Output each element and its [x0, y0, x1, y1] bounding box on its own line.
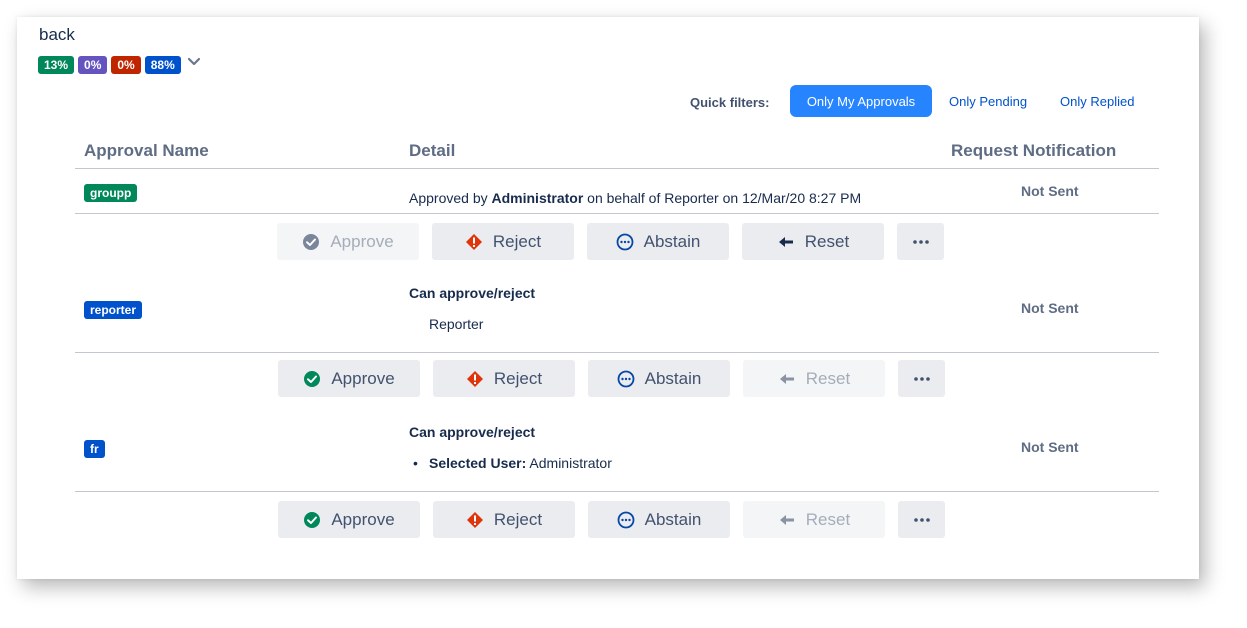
approval-name-lozenge: reporter — [84, 301, 143, 319]
quick-filters-label: Quick filters: — [690, 95, 770, 110]
filter-only-replied[interactable]: Only Replied — [1060, 94, 1134, 109]
progress-badges: 13% 0% 0% 88% — [38, 56, 201, 74]
reject-label: Reject — [492, 231, 542, 251]
column-header-detail: Detail — [409, 141, 456, 160]
notification-status: Not Sent — [1021, 183, 1079, 199]
notification-status: Not Sent — [1021, 300, 1079, 316]
abstain-label: Abstain — [644, 509, 702, 529]
error-diamond-icon — [466, 370, 483, 387]
row-divider — [75, 213, 1159, 214]
reject-button[interactable]: Reject — [432, 223, 574, 260]
detail-approver: Administrator — [491, 190, 584, 206]
detail-text: on behalf of Reporter on 12/Mar/20 8:27 … — [583, 190, 862, 206]
check-circle-icon — [304, 511, 321, 528]
reset-button[interactable]: Reset — [743, 501, 885, 538]
approval-detail: Approved by Administrator on behalf of R… — [409, 190, 861, 206]
error-diamond-icon — [465, 233, 482, 250]
abstained-percent-badge: 0% — [78, 56, 108, 74]
action-row: Approve Reject Abstain Reset — [17, 501, 1199, 538]
chevron-down-icon[interactable] — [187, 55, 201, 69]
approve-button[interactable]: Approve — [278, 501, 420, 538]
more-actions-button[interactable] — [898, 501, 945, 538]
row-divider — [75, 491, 1159, 492]
detail-heading: Can approve/reject — [409, 424, 536, 440]
more-actions-button[interactable] — [897, 223, 944, 260]
reject-label: Reject — [493, 368, 543, 388]
column-header-request-notification: Request Notification — [951, 141, 1117, 160]
reset-label: Reset — [804, 231, 850, 251]
notification-status: Not Sent — [1021, 439, 1079, 455]
ellipsis-icon — [913, 517, 930, 522]
bullet-icon: • — [413, 455, 418, 471]
bullet-label: Selected User: — [429, 455, 527, 471]
check-circle-icon — [303, 233, 320, 250]
detail-bullet: • Selected User: Administrator — [413, 455, 612, 471]
error-diamond-icon — [466, 511, 483, 528]
detail-heading: Can approve/reject — [409, 285, 536, 301]
approve-button[interactable]: Approve — [277, 223, 419, 260]
approval-panel: back 13% 0% 0% 88% Quick filters: Only M… — [17, 17, 1199, 579]
approve-label: Approve — [331, 368, 395, 388]
arrow-left-icon — [778, 236, 793, 247]
detail-text: Approved by — [409, 190, 492, 206]
abstain-label: Abstain — [643, 231, 701, 251]
reject-label: Reject — [493, 509, 543, 529]
reject-button[interactable]: Reject — [433, 360, 575, 397]
check-circle-icon — [304, 370, 321, 387]
more-actions-button[interactable] — [898, 360, 945, 397]
abstain-button[interactable]: Abstain — [588, 501, 730, 538]
approve-button[interactable]: Approve — [278, 360, 420, 397]
ellipsis-icon — [912, 239, 929, 244]
approved-percent-badge: 13% — [38, 56, 75, 74]
reset-label: Reset — [805, 509, 851, 529]
detail-approver: Reporter — [429, 316, 484, 332]
reset-label: Reset — [805, 368, 851, 388]
reset-button[interactable]: Reset — [742, 223, 884, 260]
filter-only-my-approvals[interactable]: Only My Approvals — [790, 85, 932, 117]
more-circle-icon — [617, 511, 635, 528]
abstain-button[interactable]: Abstain — [588, 360, 730, 397]
ellipsis-icon — [913, 376, 930, 381]
action-row: Approve Reject Abstain Reset — [17, 223, 1199, 260]
abstain-button[interactable]: Abstain — [587, 223, 729, 260]
more-circle-icon — [617, 370, 635, 387]
reset-button[interactable]: Reset — [743, 360, 885, 397]
filter-only-pending[interactable]: Only Pending — [949, 94, 1027, 109]
pending-percent-badge: 88% — [144, 56, 181, 74]
approval-name-lozenge: groupp — [84, 184, 138, 202]
header-divider — [75, 168, 1159, 169]
column-header-approval-name: Approval Name — [84, 141, 209, 160]
abstain-label: Abstain — [644, 368, 702, 388]
action-row: Approve Reject Abstain Reset — [17, 360, 1199, 397]
approval-name-lozenge: fr — [84, 440, 105, 458]
back-link[interactable]: back — [39, 25, 75, 45]
approve-label: Approve — [331, 509, 395, 529]
bullet-value: Administrator — [529, 455, 612, 471]
more-circle-icon — [616, 233, 634, 250]
reject-button[interactable]: Reject — [433, 501, 575, 538]
arrow-left-icon — [779, 514, 794, 525]
arrow-left-icon — [779, 373, 794, 384]
approve-label: Approve — [330, 231, 394, 251]
row-divider — [75, 352, 1159, 353]
rejected-percent-badge: 0% — [111, 56, 141, 74]
